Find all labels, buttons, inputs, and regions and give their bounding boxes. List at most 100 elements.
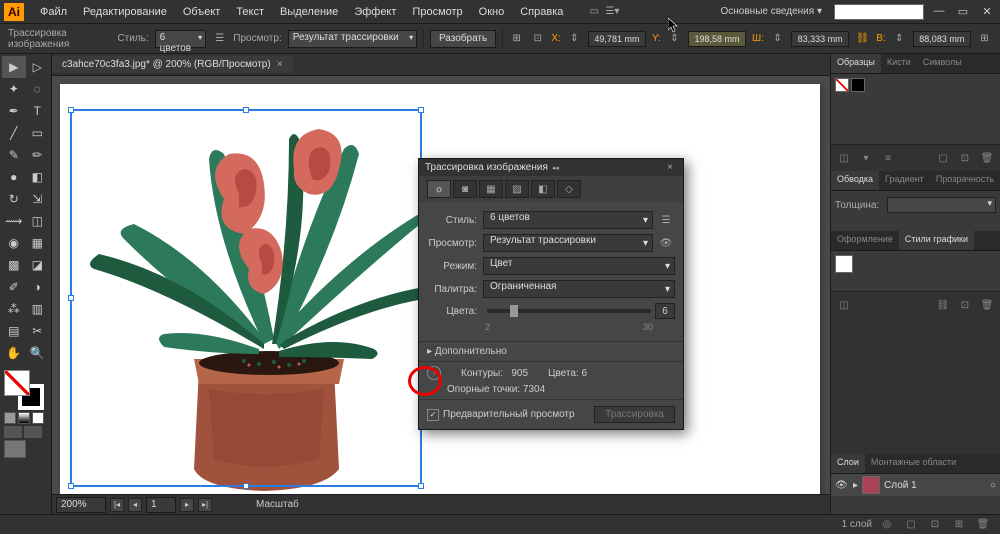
layout-icon[interactable]: ▭ [585,3,603,21]
preset-high-icon[interactable]: ◙ [453,180,477,198]
pencil-tool[interactable]: ✏ [26,144,50,166]
preview-select[interactable]: Результат трассировки [483,234,653,252]
link-icon[interactable]: ⛓ [855,30,870,48]
draw-mode-icon[interactable] [4,426,22,438]
tab-gradient[interactable]: Градиент [879,171,930,190]
tab-graphic-styles[interactable]: Стили графики [899,231,974,250]
free-transform-tool[interactable]: ◫ [26,210,50,232]
panel-title-bar[interactable]: Трассировка изображения ◂◂ × [419,159,683,176]
menu-icon[interactable]: ☰ [657,211,675,229]
next-artboard-button[interactable]: ▸ [180,498,194,512]
colors-value[interactable]: 6 [655,303,675,319]
preview-select[interactable]: Результат трассировки [288,30,417,48]
delete-swatch-icon[interactable]: 🗑 [978,149,996,167]
stepper-icon[interactable]: ⇕ [567,30,582,48]
none-swatch[interactable] [835,78,849,92]
eye-icon[interactable]: 👁 [657,234,675,252]
registration-swatch[interactable] [851,78,865,92]
menu-file[interactable]: Файл [32,6,75,18]
close-panel-icon[interactable]: × [663,162,677,173]
x-field[interactable] [588,31,646,47]
preset-low-icon[interactable]: ▦ [479,180,503,198]
zoom-tool[interactable]: 🔍 [26,342,50,364]
rotate-tool[interactable]: ↻ [2,188,26,210]
width-tool[interactable]: ⟿ [2,210,26,232]
gradient-mode-icon[interactable] [18,412,30,424]
menu-window[interactable]: Окно [471,6,513,18]
eyedropper-tool[interactable]: ✐ [2,276,26,298]
scale-tool[interactable]: ⇲ [26,188,50,210]
screen-mode-icon[interactable] [24,426,42,438]
minimize-button[interactable]: — [930,5,948,19]
artboard-number[interactable] [146,497,176,513]
align-icon[interactable]: ⊡ [530,30,545,48]
arrange-icon[interactable]: ☰▾ [603,3,621,21]
more-icon[interactable]: ⊞ [977,30,992,48]
expand-button[interactable]: Разобрать [430,30,496,48]
brush-tool[interactable]: ✎ [2,144,26,166]
last-artboard-button[interactable]: ▸| [198,498,212,512]
locate-icon[interactable]: ◎ [878,516,896,534]
type-tool[interactable]: T [26,100,50,122]
swatch-options-icon[interactable]: ≡ [879,149,897,167]
lasso-tool[interactable]: ◌ [26,78,50,100]
break-link-icon[interactable]: ⛓ [934,296,952,314]
default-style-swatch[interactable] [835,255,853,273]
stroke-weight-select[interactable] [887,197,996,213]
document-tab[interactable]: c3ahce70c3fa3.jpg* @ 200% (RGB/Просмотр)… [52,56,293,73]
menu-edit[interactable]: Редактирование [75,6,175,18]
target-icon[interactable]: ○ [990,480,996,491]
first-artboard-button[interactable]: |◂ [110,498,124,512]
blend-tool[interactable]: ◑ [26,276,50,298]
magic-wand-tool[interactable]: ✦ [2,78,26,100]
hand-tool[interactable]: ✋ [2,342,26,364]
preset-bw-icon[interactable]: ◧ [531,180,555,198]
tab-brushes[interactable]: Кисти [881,54,917,73]
expand-icon[interactable]: ▸ [853,480,858,491]
palette-select[interactable]: Ограниченная [483,280,675,298]
style-libraries-icon[interactable]: ◫ [835,296,853,314]
tab-swatches[interactable]: Образцы [831,54,881,73]
stepper-icon[interactable]: ⇕ [892,30,907,48]
style-select[interactable]: 6 цветов [155,30,207,48]
new-layer-icon[interactable]: ⊞ [950,516,968,534]
preset-auto-icon[interactable]: ☼ [427,180,451,198]
menu-text[interactable]: Текст [228,6,272,18]
new-group-icon[interactable]: ▢ [934,149,952,167]
fill-swatch[interactable] [4,370,30,396]
search-input[interactable] [834,4,924,20]
graph-tool[interactable]: ▥ [26,298,50,320]
preset-gray-icon[interactable]: ▨ [505,180,529,198]
menu-view[interactable]: Просмотр [404,6,470,18]
new-sublayer-icon[interactable]: ⊡ [926,516,944,534]
preview-checkbox[interactable]: ✓ [427,409,439,421]
blob-brush-tool[interactable]: ● [2,166,26,188]
tab-layers[interactable]: Слои [831,454,865,473]
maximize-button[interactable]: ▭ [954,5,972,19]
menu-effect[interactable]: Эффект [346,6,404,18]
direct-selection-tool[interactable]: ▷ [26,56,50,78]
artboard-tool[interactable]: ▤ [2,320,26,342]
none-mode-icon[interactable] [32,412,44,424]
close-tab-icon[interactable]: × [277,59,283,70]
prev-artboard-button[interactable]: ◂ [128,498,142,512]
line-tool[interactable]: ╱ [2,122,26,144]
preset-outline-icon[interactable]: ◇ [557,180,581,198]
new-style-icon[interactable]: ⊡ [956,296,974,314]
delete-layer-icon[interactable]: 🗑 [974,516,992,534]
zoom-select[interactable] [56,497,106,513]
style-select[interactable]: 6 цветов [483,211,653,229]
new-swatch-icon[interactable]: ⊡ [956,149,974,167]
layer-name[interactable]: Слой 1 [884,480,986,491]
eraser-tool[interactable]: ◧ [26,166,50,188]
symbol-sprayer-tool[interactable]: ⁂ [2,298,26,320]
menu-help[interactable]: Справка [512,6,571,18]
rectangle-tool[interactable]: ▭ [26,122,50,144]
slice-tool[interactable]: ✂ [26,320,50,342]
collapse-icon[interactable]: ◂◂ [548,164,563,172]
tab-symbols[interactable]: Символы [917,54,968,73]
mesh-tool[interactable]: ▩ [2,254,26,276]
layer-row[interactable]: 👁 ▸ Слой 1 ○ [831,474,1000,496]
tab-appearance[interactable]: Оформление [831,231,899,250]
menu-object[interactable]: Объект [175,6,228,18]
